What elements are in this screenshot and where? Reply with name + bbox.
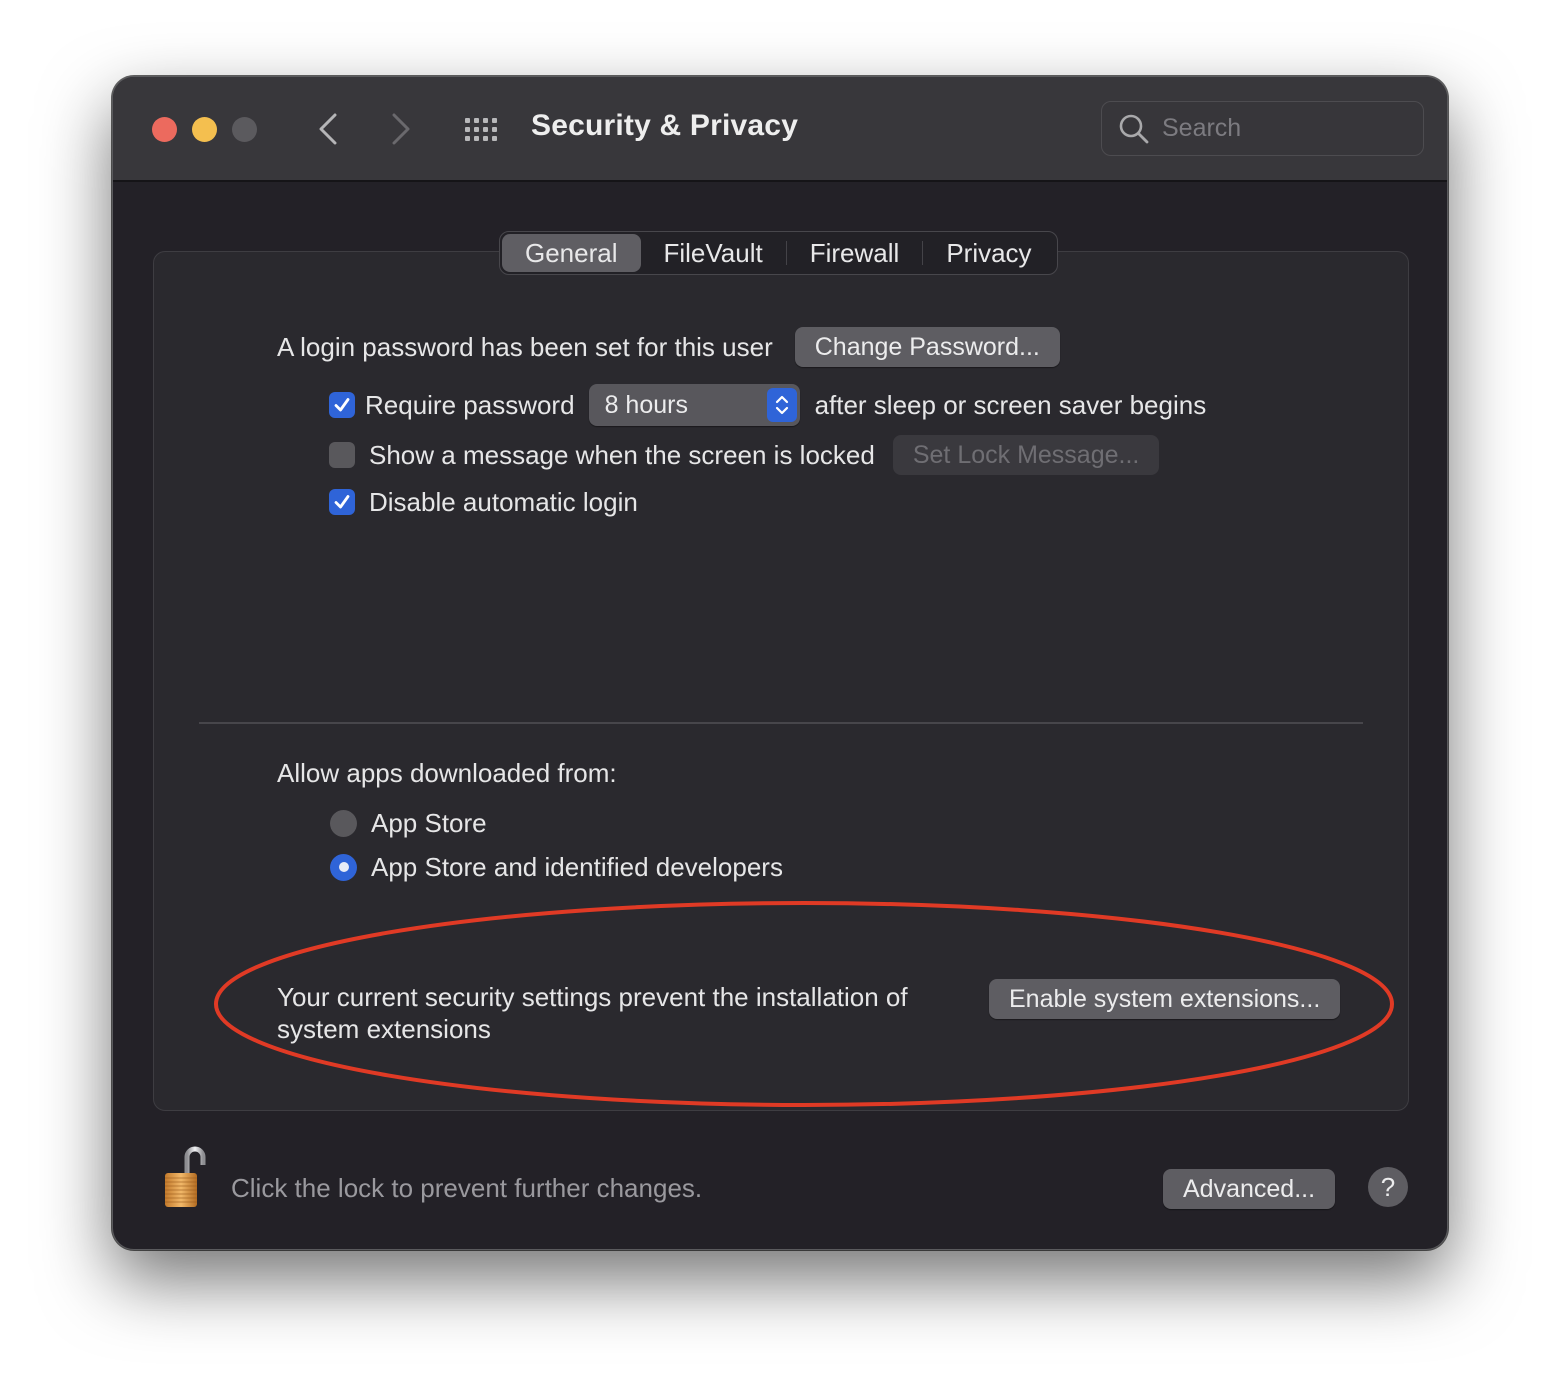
allow-apps-heading: Allow apps downloaded from: bbox=[277, 757, 617, 788]
checkmark-icon bbox=[334, 495, 350, 509]
require-password-interval-value: 8 hours bbox=[604, 390, 688, 419]
require-password-checkbox[interactable] bbox=[329, 392, 355, 418]
close-window-button[interactable] bbox=[152, 117, 177, 142]
require-password-row: Require password 8 hours after sleep or … bbox=[329, 383, 1206, 427]
tab-filevault[interactable]: FileVault bbox=[641, 234, 786, 272]
back-button[interactable] bbox=[310, 109, 346, 149]
set-lock-message-button[interactable]: Set Lock Message... bbox=[892, 435, 1160, 475]
advanced-button[interactable]: Advanced... bbox=[1163, 1169, 1336, 1209]
security-privacy-window: Security & Privacy General FileVault Fir… bbox=[112, 76, 1448, 1250]
zoom-window-button[interactable] bbox=[232, 117, 257, 142]
radio-identified-developers-row: App Store and identified developers bbox=[330, 847, 783, 887]
tab-general[interactable]: General bbox=[502, 234, 641, 272]
chevron-left-icon bbox=[319, 113, 337, 145]
lock-status-text: Click the lock to prevent further change… bbox=[231, 1173, 703, 1203]
window-title: Security & Privacy bbox=[531, 109, 799, 142]
require-password-label: Require password bbox=[365, 389, 575, 420]
search-icon bbox=[1119, 114, 1149, 143]
title-bar: Security & Privacy bbox=[113, 77, 1447, 182]
section-divider bbox=[199, 722, 1363, 724]
require-password-suffix: after sleep or screen saver begins bbox=[814, 389, 1207, 420]
disable-auto-login-label: Disable automatic login bbox=[369, 486, 638, 517]
radio-app-store-row: App Store bbox=[330, 803, 487, 843]
show-all-button[interactable] bbox=[463, 114, 503, 144]
system-extensions-message: Your current security settings prevent t… bbox=[277, 982, 908, 1044]
help-button[interactable]: ? bbox=[1368, 1167, 1408, 1207]
login-password-row: A login password has been set for this u… bbox=[277, 325, 1060, 369]
lock-message-row: Show a message when the screen is locked… bbox=[329, 433, 1160, 477]
radio-app-store-label: App Store bbox=[371, 807, 487, 838]
radio-identified-developers[interactable] bbox=[330, 853, 357, 881]
show-message-label: Show a message when the screen is locked bbox=[369, 439, 875, 470]
radio-app-store[interactable] bbox=[330, 809, 357, 837]
search-field[interactable] bbox=[1101, 101, 1424, 156]
enable-system-extensions-button[interactable]: Enable system extensions... bbox=[989, 979, 1341, 1019]
help-question-icon: ? bbox=[1380, 1171, 1396, 1202]
search-input[interactable] bbox=[1162, 114, 1412, 143]
login-password-label: A login password has been set for this u… bbox=[277, 331, 773, 362]
forward-button[interactable] bbox=[383, 109, 419, 149]
tab-bar: General FileVault Firewall Privacy bbox=[499, 231, 1058, 275]
show-message-checkbox[interactable] bbox=[329, 442, 355, 468]
minimize-window-button[interactable] bbox=[192, 117, 217, 142]
checkmark-icon bbox=[334, 398, 350, 412]
unlocked-padlock-icon[interactable] bbox=[161, 1145, 213, 1211]
chevron-right-icon bbox=[392, 113, 410, 145]
tab-firewall[interactable]: Firewall bbox=[787, 234, 923, 272]
require-password-interval-select[interactable]: 8 hours bbox=[588, 384, 800, 426]
radio-identified-developers-label: App Store and identified developers bbox=[371, 851, 783, 882]
select-stepper-icon bbox=[766, 388, 797, 422]
disable-auto-login-checkbox[interactable] bbox=[329, 489, 355, 515]
disable-auto-login-row: Disable automatic login bbox=[329, 480, 638, 524]
tab-privacy[interactable]: Privacy bbox=[923, 234, 1054, 272]
change-password-button[interactable]: Change Password... bbox=[794, 327, 1060, 367]
